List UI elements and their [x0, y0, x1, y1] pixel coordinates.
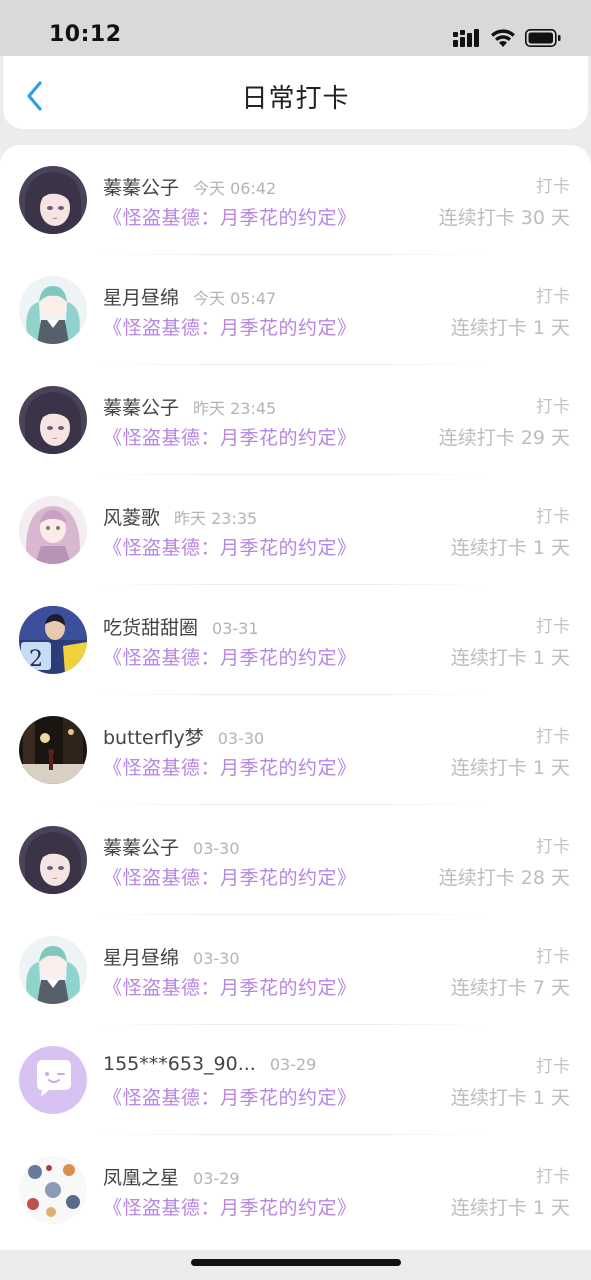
- username[interactable]: 蓁蓁公子 03-30: [103, 833, 240, 860]
- list-item[interactable]: 星月昼绵 03-30 《怪盗基德：月季花的约定》 打卡 连续打卡 7 天: [0, 915, 591, 1025]
- list-item[interactable]: 2 吃货甜甜圈 03-31 《怪盗基德：月季花的约定》 打卡 连续打卡 1 天: [0, 585, 591, 695]
- avatar[interactable]: 2: [19, 606, 87, 674]
- avatar[interactable]: [19, 1046, 87, 1114]
- checkin-label: 打卡: [536, 727, 570, 747]
- checkin-time: 今天 05:47: [193, 289, 277, 308]
- avatar[interactable]: [19, 386, 87, 454]
- username[interactable]: 凤凰之星 03-29: [103, 1163, 240, 1190]
- avatar[interactable]: [19, 166, 87, 234]
- checkin-time: 03-29: [193, 1169, 240, 1188]
- checkin-label: 打卡: [536, 287, 570, 307]
- svg-text:2: 2: [29, 647, 43, 672]
- list-item[interactable]: 风菱歌 昨天 23:35 《怪盗基德：月季花的约定》 打卡 连续打卡 1 天: [0, 475, 591, 585]
- checkin-time: 昨天 23:45: [193, 399, 277, 418]
- streak-count: 连续打卡 1 天: [450, 647, 570, 669]
- nav-header: 日常打卡: [3, 56, 588, 129]
- streak-count: 连续打卡 28 天: [438, 867, 570, 889]
- username[interactable]: 风菱歌 昨天 23:35: [103, 503, 257, 530]
- checkin-label: 打卡: [536, 177, 570, 197]
- book-title-link[interactable]: 《怪盗基德：月季花的约定》: [103, 753, 357, 780]
- book-title-link[interactable]: 《怪盗基德：月季花的约定》: [103, 533, 357, 560]
- book-title-link[interactable]: 《怪盗基德：月季花的约定》: [103, 203, 357, 230]
- checkin-time: 03-31: [212, 619, 259, 638]
- username[interactable]: 吃货甜甜圈 03-31: [103, 613, 259, 640]
- username[interactable]: 蓁蓁公子 昨天 23:45: [103, 393, 276, 420]
- signal-icon: [453, 29, 479, 47]
- checkin-time: 03-30: [193, 839, 240, 858]
- username[interactable]: 星月昼绵 03-30: [103, 943, 240, 970]
- checkin-label: 打卡: [536, 507, 570, 527]
- streak-count: 连续打卡 1 天: [450, 1087, 570, 1109]
- checkin-label: 打卡: [536, 397, 570, 417]
- book-title-link[interactable]: 《怪盗基德：月季花的约定》: [103, 1083, 357, 1110]
- avatar[interactable]: [19, 496, 87, 564]
- checkin-label: 打卡: [536, 617, 570, 637]
- streak-count: 连续打卡 1 天: [450, 317, 570, 339]
- list-item[interactable]: 蓁蓁公子 今天 06:42 《怪盗基德：月季花的约定》 打卡 连续打卡 30 天: [0, 145, 591, 255]
- battery-icon: [525, 29, 561, 47]
- avatar[interactable]: [19, 826, 87, 894]
- streak-count: 连续打卡 30 天: [438, 207, 570, 229]
- avatar[interactable]: [19, 1156, 87, 1224]
- book-title-link[interactable]: 《怪盗基德：月季花的约定》: [103, 973, 357, 1000]
- status-icons: [453, 25, 561, 51]
- avatar[interactable]: [19, 936, 87, 1004]
- book-title-link[interactable]: 《怪盗基德：月季花的约定》: [103, 1193, 357, 1220]
- username[interactable]: 蓁蓁公子 今天 06:42: [103, 173, 276, 200]
- page-title: 日常打卡: [241, 84, 350, 114]
- wifi-icon: [491, 28, 515, 47]
- list-item[interactable]: 星月昼绵 今天 05:47 《怪盗基德：月季花的约定》 打卡 连续打卡 1 天: [0, 255, 591, 365]
- avatar[interactable]: [19, 716, 87, 784]
- list-item[interactable]: 凤凰之星 03-29 《怪盗基德：月季花的约定》 打卡 连续打卡 1 天: [0, 1135, 591, 1245]
- streak-count: 连续打卡 1 天: [450, 1197, 570, 1219]
- list-item[interactable]: 155***653_90... 03-29 《怪盗基德：月季花的约定》 打卡 连续…: [0, 1025, 591, 1135]
- home-indicator[interactable]: [191, 1259, 401, 1266]
- list-item[interactable]: 蓁蓁公子 昨天 23:45 《怪盗基德：月季花的约定》 打卡 连续打卡 29 天: [0, 365, 591, 475]
- checkin-time: 今天 06:42: [193, 179, 277, 198]
- checkin-time: 03-30: [193, 949, 240, 968]
- checkin-time: 03-30: [217, 729, 265, 748]
- checkin-list: 蓁蓁公子 今天 06:42 《怪盗基德：月季花的约定》 打卡 连续打卡 30 天 …: [0, 145, 591, 1250]
- checkin-time: 昨天 23:35: [174, 509, 258, 528]
- list-item[interactable]: butterfly梦 03-30 《怪盗基德：月季花的约定》 打卡 连续打卡 1 …: [0, 695, 591, 805]
- book-title-link[interactable]: 《怪盗基德：月季花的约定》: [103, 423, 357, 450]
- checkin-label: 打卡: [536, 837, 570, 857]
- username[interactable]: butterfly梦 03-30: [103, 723, 264, 750]
- username[interactable]: 155***653_90... 03-29: [103, 1053, 316, 1075]
- status-time: 10:12: [49, 22, 122, 47]
- streak-count: 连续打卡 1 天: [450, 757, 570, 779]
- book-title-link[interactable]: 《怪盗基德：月季花的约定》: [103, 643, 357, 670]
- checkin-label: 打卡: [536, 1167, 570, 1187]
- streak-count: 连续打卡 29 天: [438, 427, 570, 449]
- checkin-label: 打卡: [536, 947, 570, 967]
- book-title-link[interactable]: 《怪盗基德：月季花的约定》: [103, 863, 357, 890]
- username[interactable]: 星月昼绵 今天 05:47: [103, 283, 276, 310]
- checkin-label: 打卡: [536, 1057, 570, 1077]
- status-bar: 10:12: [0, 0, 591, 56]
- book-title-link[interactable]: 《怪盗基德：月季花的约定》: [103, 313, 357, 340]
- streak-count: 连续打卡 7 天: [450, 977, 570, 999]
- checkin-time: 03-29: [269, 1055, 317, 1074]
- streak-count: 连续打卡 1 天: [450, 537, 570, 559]
- avatar[interactable]: [19, 276, 87, 344]
- list-item[interactable]: 蓁蓁公子 03-30 《怪盗基德：月季花的约定》 打卡 连续打卡 28 天: [0, 805, 591, 915]
